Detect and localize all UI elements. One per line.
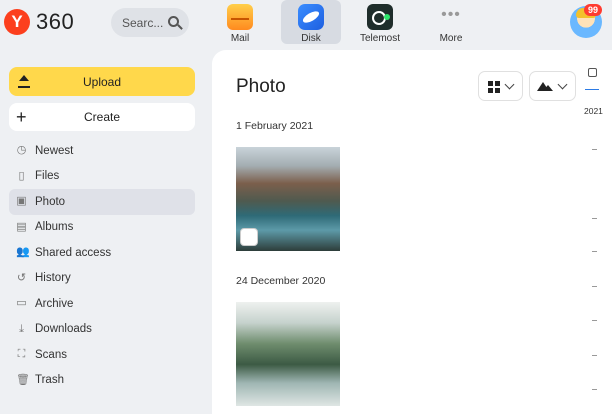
sidebar-item-shared-access[interactable]: 👥 Shared access — [9, 240, 195, 266]
archive-icon: ▭ — [16, 297, 27, 309]
sidebar-item-newest[interactable]: ◷ Newest — [9, 138, 195, 164]
upload-label: Upload — [82, 74, 122, 89]
photo-thumbnail[interactable] — [236, 147, 340, 251]
photo-select-checkbox[interactable] — [240, 228, 258, 246]
sidebar-item-label: Photo — [35, 195, 66, 208]
sidebar-item-label: Scans — [35, 348, 67, 361]
date-group-label: 24 December 2020 — [236, 275, 326, 287]
calendar-icon[interactable] — [588, 68, 597, 77]
scan-icon: ⛶ — [17, 348, 26, 360]
search-placeholder: Searc... — [122, 15, 164, 30]
sidebar-item-label: History — [35, 272, 71, 285]
top-bar: Y 360 Searc... Mail Disk Telemost ••• Mo… — [0, 0, 612, 50]
chevron-down-icon — [504, 79, 515, 90]
app-disk-label: Disk — [301, 33, 321, 44]
sidebar-item-label: Trash — [35, 374, 64, 387]
timeline-tick — [592, 355, 597, 356]
sidebar-item-downloads[interactable]: ⤓ Downloads — [9, 317, 195, 343]
create-button[interactable]: + Create — [9, 103, 195, 131]
layout-view-button[interactable] — [478, 71, 523, 101]
upload-button[interactable]: Upload — [9, 67, 195, 96]
main-content: Photo 1 February 2021 24 December 2020 2… — [212, 50, 612, 414]
app-telemost[interactable]: Telemost — [350, 0, 410, 45]
sidebar-item-label: Downloads — [35, 323, 92, 336]
clock-icon: ◷ — [16, 144, 27, 156]
yandex-logo-icon: Y — [4, 9, 30, 35]
download-icon: ⤓ — [19, 322, 24, 335]
albums-icon: ▤ — [16, 220, 27, 233]
timeline-tick — [592, 149, 597, 150]
timeline-year: 2021 — [584, 106, 603, 116]
app-telemost-label: Telemost — [359, 33, 400, 44]
timeline-indicator — [585, 89, 599, 90]
plus-icon: + — [16, 107, 27, 127]
file-icon: ▯ — [18, 169, 25, 182]
people-icon: 👥 — [16, 246, 30, 258]
photo-thumbnail[interactable] — [236, 302, 340, 406]
notification-badge: 99 — [584, 4, 603, 16]
timeline-tick — [592, 218, 597, 219]
sidebar-item-label: Albums — [35, 221, 74, 234]
search-icon — [168, 16, 179, 27]
create-label: Create — [83, 110, 121, 124]
sidebar-item-albums[interactable]: ▤ Albums — [9, 215, 195, 241]
sidebar-item-photo[interactable]: ▣ Photo — [9, 189, 195, 215]
trash-icon: 🗑 — [16, 373, 30, 386]
disk-icon — [298, 4, 324, 30]
telemost-icon — [367, 4, 393, 30]
app-mail[interactable]: Mail — [210, 0, 270, 45]
sidebar-item-trash[interactable]: 🗑 Trash — [9, 368, 195, 394]
logo-text: 360 — [36, 9, 75, 34]
date-group-label: 1 February 2021 — [236, 120, 314, 132]
more-icon: ••• — [441, 6, 461, 23]
app-mail-label: Mail — [230, 33, 250, 44]
sidebar-item-scans[interactable]: ⛶ Scans — [9, 342, 195, 368]
timeline-tick — [592, 286, 597, 287]
sidebar-item-label: Files — [35, 170, 60, 183]
mail-icon — [227, 4, 253, 30]
sidebar-item-label: Newest — [35, 144, 74, 157]
timeline-tick — [592, 389, 597, 390]
sidebar-item-archive[interactable]: ▭ Archive — [9, 291, 195, 317]
page-title: Photo — [236, 76, 286, 97]
timeline-tick — [592, 320, 597, 321]
sidebar-item-files[interactable]: ▯ Files — [9, 164, 195, 190]
grid-icon — [488, 81, 500, 93]
photo-icon: ▣ — [16, 195, 27, 207]
sidebar-item-history[interactable]: ↺ History — [9, 266, 195, 292]
app-disk[interactable]: Disk — [281, 0, 341, 44]
image-icon — [537, 82, 553, 91]
history-icon: ↺ — [16, 271, 27, 284]
photo-filter-button[interactable] — [529, 71, 576, 101]
yandex-360-logo[interactable]: Y 360 — [4, 9, 74, 35]
chevron-down-icon — [557, 79, 568, 90]
sidebar: Upload + Create ◷ Newest ▯ Files ▣ Photo… — [0, 50, 212, 414]
sidebar-item-label: Archive — [35, 297, 74, 310]
app-more[interactable]: ••• More — [421, 0, 481, 45]
timeline-tick — [592, 251, 597, 252]
sidebar-nav: ◷ Newest ▯ Files ▣ Photo ▤ Albums 👥 Shar… — [9, 138, 195, 393]
app-more-label: More — [439, 33, 463, 44]
timeline-scrubber[interactable]: 2021 — [582, 50, 612, 414]
upload-icon — [18, 75, 30, 88]
search-input[interactable]: Searc... — [111, 8, 189, 37]
sidebar-item-label: Shared access — [35, 246, 112, 259]
